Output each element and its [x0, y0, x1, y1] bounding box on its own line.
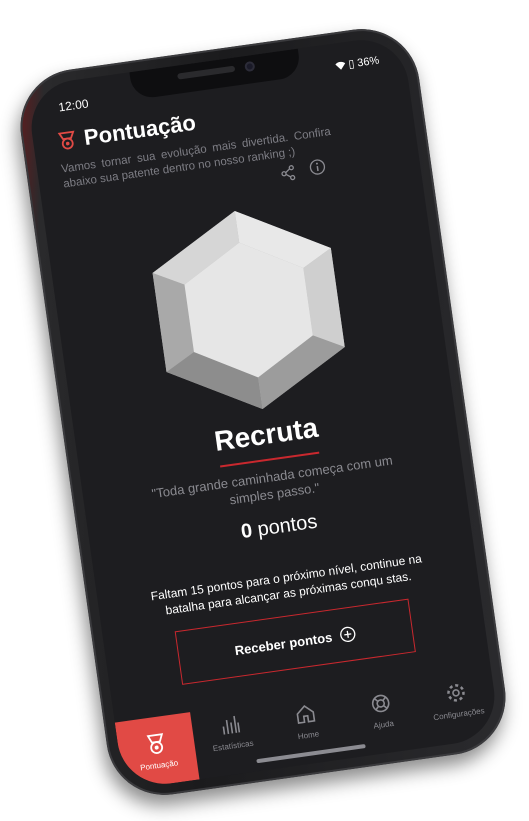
- share-icon[interactable]: [279, 164, 297, 182]
- receive-points-label: Receber pontos: [233, 629, 334, 658]
- points-value: 0: [239, 519, 254, 544]
- gear-icon: [447, 683, 465, 702]
- medal-icon: [146, 732, 164, 754]
- app-screen: 12:00 ▯ 36% Pontuação Vamos tornar sua e…: [25, 34, 501, 790]
- nav-item-ajuda[interactable]: Ajuda: [338, 663, 425, 759]
- nav-label: Estatísticas: [212, 738, 254, 753]
- nav-label: Configurações: [432, 705, 486, 722]
- nav-label: Ajuda: [372, 718, 395, 731]
- nav-item-pontuacao[interactable]: Pontuação: [114, 712, 200, 790]
- speaker: [177, 65, 236, 80]
- home-icon: [296, 704, 316, 724]
- plus-circle-icon: [340, 626, 356, 642]
- nav-label: Pontuação: [139, 757, 179, 773]
- points-label: pontos: [256, 510, 319, 541]
- help-icon: [371, 694, 390, 712]
- nav-label: Home: [297, 728, 320, 741]
- status-indicators: ▯ 36%: [335, 53, 380, 72]
- status-time: 12:00: [57, 96, 90, 115]
- medal-icon: [57, 130, 75, 150]
- nav-item-configuracoes[interactable]: Configurações: [413, 652, 500, 748]
- info-icon[interactable]: [308, 158, 326, 176]
- rank-badge-hexagon: [152, 210, 345, 410]
- nav-item-estatisticas[interactable]: Estatísticas: [188, 684, 275, 780]
- bar-chart-icon: [222, 715, 241, 735]
- camera: [244, 60, 256, 73]
- battery-level: 36%: [356, 53, 380, 69]
- wifi-icon: [335, 61, 346, 70]
- phone-frame: 12:00 ▯ 36% Pontuação Vamos tornar sua e…: [13, 21, 513, 803]
- bottom-nav: Pontuação Estatísticas Home Ajuda Config…: [112, 652, 500, 790]
- battery-icon: ▯: [347, 57, 356, 71]
- notch: [129, 48, 302, 101]
